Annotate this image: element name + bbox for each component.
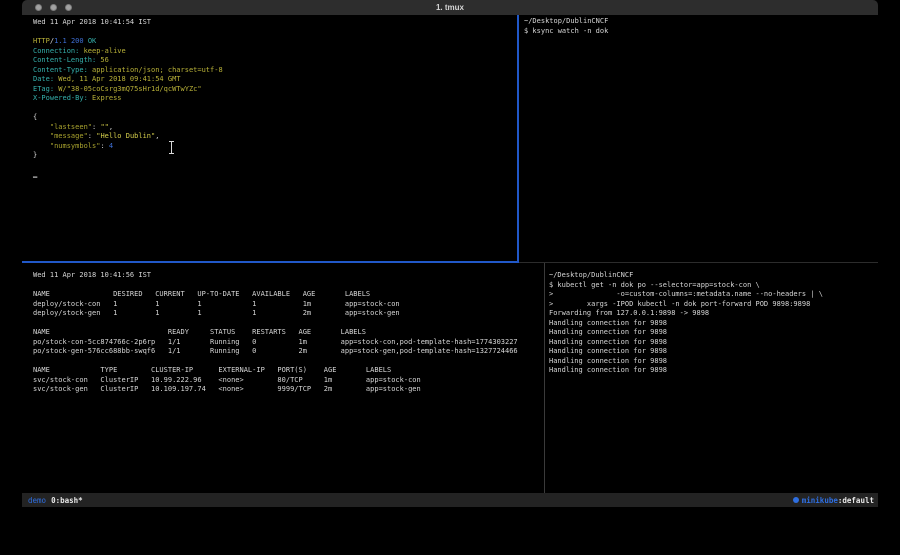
pane-divider-horizontal-right[interactable] — [519, 262, 878, 263]
terminal-line: Content-Type: application/json; charset=… — [33, 66, 517, 76]
terminal-line: $ kubectl get -n dok po --selector=app=s… — [549, 281, 878, 291]
terminal-line: $ ksync watch -n dok — [524, 27, 878, 37]
terminal-line: po/stock-con-5cc874766c-2p6rp 1/1 Runnin… — [33, 338, 544, 348]
terminal-line: deploy/stock-gen 1 1 1 1 2m app=stock-ge… — [33, 309, 544, 319]
terminal-line: NAME TYPE CLUSTER-IP EXTERNAL-IP PORT(S)… — [33, 366, 544, 376]
pane-divider-vertical-bottom[interactable] — [544, 263, 545, 493]
terminal-line: { — [33, 113, 517, 123]
statusbar-right: minikube :default — [793, 496, 874, 505]
terminal-line: X-Powered-By: Express — [33, 94, 517, 104]
terminal-line: } — [33, 151, 517, 161]
terminal-line: ETag: W/"38-05coCsrg3mQ75sHr1d/qcWTwYZc" — [33, 85, 517, 95]
terminal-window: 1. tmux Wed 11 Apr 2018 10:41:54 IST HTT… — [22, 0, 878, 507]
terminal-line: svc/stock-gen ClusterIP 10.109.197.74 <n… — [33, 385, 544, 395]
terminal-line: po/stock-gen-576cc688bb-swqf6 1/1 Runnin… — [33, 347, 544, 357]
kubernetes-helm-icon — [793, 497, 799, 503]
window-title: 1. tmux — [22, 3, 878, 12]
terminal-line: Connection: keep-alive — [33, 47, 517, 57]
terminal-line: svc/stock-con ClusterIP 10.99.222.96 <no… — [33, 376, 544, 386]
terminal-line: NAME DESIRED CURRENT UP-TO-DATE AVAILABL… — [33, 290, 544, 300]
terminal-line — [33, 104, 517, 114]
pane-ksync-watch[interactable]: ~/Desktop/DublinCNCF$ ksync watch -n dok — [519, 15, 878, 262]
terminal-line: ▁ — [33, 170, 517, 180]
pane-divider-horizontal-active[interactable] — [22, 261, 519, 263]
terminal-line: Handling connection for 9898 — [549, 338, 878, 348]
terminal-line: "message": "Hello Dublin", — [33, 132, 517, 142]
terminal-line: NAME READY STATUS RESTARTS AGE LABELS — [33, 328, 544, 338]
session-name: demo — [28, 496, 46, 505]
window-titlebar[interactable]: 1. tmux — [22, 0, 878, 16]
terminal-line: Wed 11 Apr 2018 10:41:54 IST — [33, 18, 517, 28]
pane-kubectl-get[interactable]: Wed 11 Apr 2018 10:41:56 IST NAME DESIRE… — [22, 263, 544, 493]
pane-port-forward[interactable]: ~/Desktop/DublinCNCF$ kubectl get -n dok… — [545, 263, 878, 493]
terminal-line — [33, 28, 517, 38]
mouse-ibeam-cursor — [168, 141, 175, 154]
terminal-line: Handling connection for 9898 — [549, 366, 878, 376]
kube-context: minikube — [802, 496, 838, 505]
terminal-line — [33, 281, 544, 291]
terminal-line: Wed 11 Apr 2018 10:41:56 IST — [33, 271, 544, 281]
tmux-terminal: Wed 11 Apr 2018 10:41:54 IST HTTP/1.1 20… — [22, 15, 878, 493]
terminal-line — [33, 319, 544, 329]
pane-divider-vertical-active[interactable] — [517, 15, 519, 263]
statusbar-left: demo 0:bash* — [28, 496, 83, 505]
tmux-statusbar: demo 0:bash* minikube :default — [22, 493, 878, 507]
terminal-line: Forwarding from 127.0.0.1:9898 -> 9898 — [549, 309, 878, 319]
terminal-line: ~/Desktop/DublinCNCF — [549, 271, 878, 281]
terminal-line: Handling connection for 9898 — [549, 357, 878, 367]
terminal-line — [33, 357, 544, 367]
terminal-line: > xargs -IPOD kubectl -n dok port-forwar… — [549, 300, 878, 310]
window-tab-bash[interactable]: 0:bash* — [51, 496, 83, 505]
terminal-line: Handling connection for 9898 — [549, 347, 878, 357]
terminal-line: "numsymbols": 4 — [33, 142, 517, 152]
terminal-line: > -o=custom-columns=:metadata.name --no-… — [549, 290, 878, 300]
terminal-line: ~/Desktop/DublinCNCF — [524, 17, 878, 27]
terminal-line: Content-Length: 56 — [33, 56, 517, 66]
terminal-line: HTTP/1.1 200 OK — [33, 37, 517, 47]
pane-http-response[interactable]: Wed 11 Apr 2018 10:41:54 IST HTTP/1.1 20… — [22, 15, 517, 261]
terminal-line — [33, 161, 517, 171]
terminal-line: Date: Wed, 11 Apr 2018 09:41:54 GMT — [33, 75, 517, 85]
terminal-line: Handling connection for 9898 — [549, 328, 878, 338]
terminal-line: Handling connection for 9898 — [549, 319, 878, 329]
terminal-line: "lastseen": "", — [33, 123, 517, 133]
kube-namespace: :default — [838, 496, 874, 505]
terminal-line: deploy/stock-con 1 1 1 1 1m app=stock-co… — [33, 300, 544, 310]
